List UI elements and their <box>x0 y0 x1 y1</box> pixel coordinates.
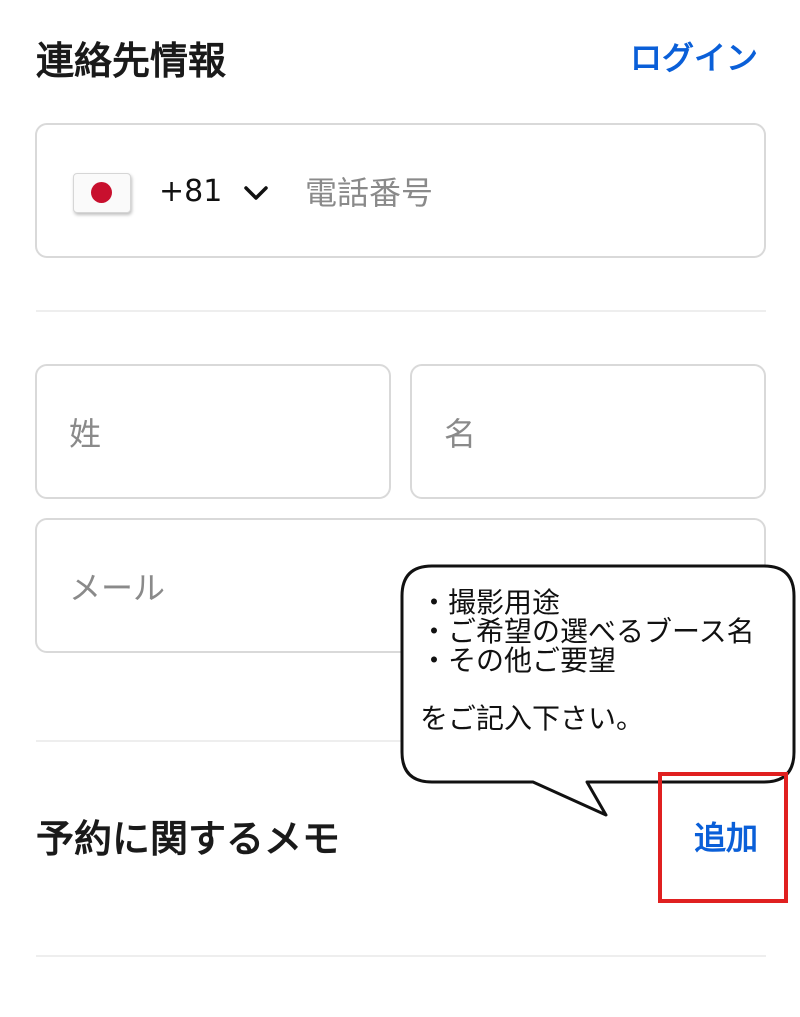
callout-line: をご記入下さい。 <box>420 702 645 735</box>
email-placeholder: メール <box>69 569 166 607</box>
highlight-box <box>658 772 788 903</box>
country-code: +81 <box>159 174 223 209</box>
callout-line: ・その他ご要望 <box>420 644 617 677</box>
callout-line: ・ご希望の選べるブース名 <box>420 615 755 648</box>
contact-section-title: 連絡先情報 <box>36 39 227 83</box>
last-name-placeholder: 姓 <box>69 415 102 453</box>
divider <box>36 740 766 742</box>
last-name-field[interactable]: 姓 <box>35 364 391 499</box>
country-code-selector[interactable]: +81 <box>147 173 277 213</box>
callout-line <box>420 675 755 704</box>
divider <box>36 955 766 957</box>
callout-text: ・撮影用途 ・ご希望の選べるブース名 ・その他ご要望 をご記入下さい。 <box>420 588 755 733</box>
login-link[interactable]: ログイン <box>630 42 758 74</box>
japan-flag-icon <box>73 173 131 213</box>
callout-line: ・撮影用途 <box>420 586 561 619</box>
memo-section-title: 予約に関するメモ <box>36 817 341 861</box>
first-name-field[interactable]: 名 <box>410 364 766 499</box>
phone-field[interactable]: +81 電話番号 <box>35 123 766 258</box>
divider <box>36 310 766 312</box>
chevron-down-icon <box>244 186 268 200</box>
first-name-placeholder: 名 <box>444 415 477 453</box>
phone-placeholder: 電話番号 <box>305 174 434 212</box>
